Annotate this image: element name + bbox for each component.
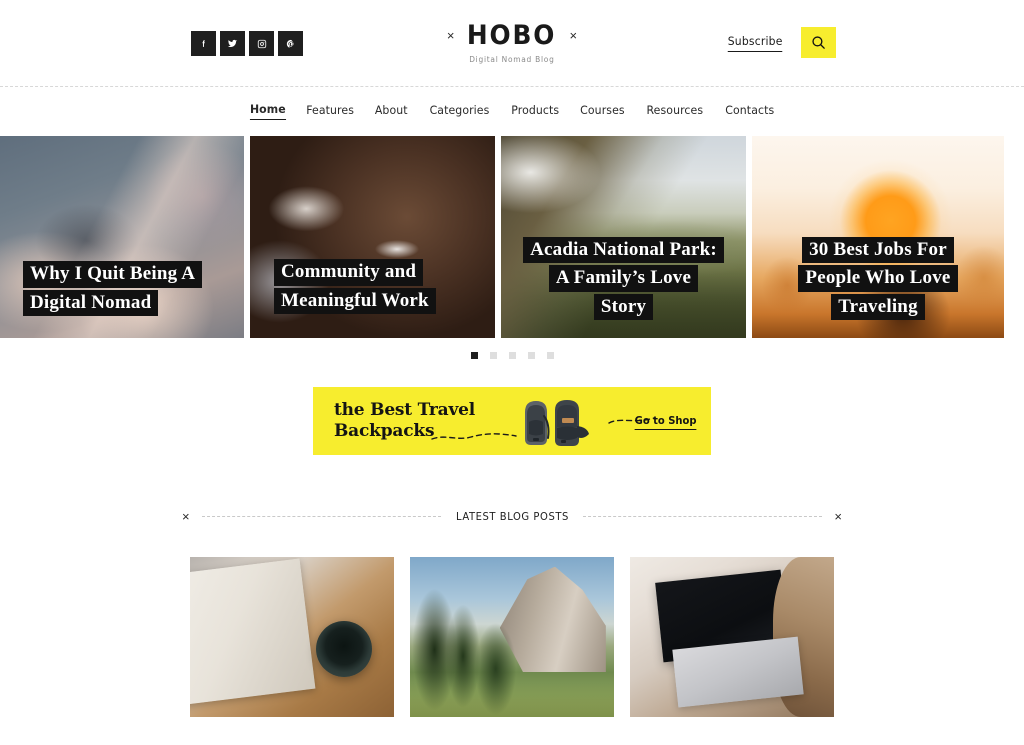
nav-item-about[interactable]: About bbox=[375, 103, 408, 120]
header-actions: Subscribe bbox=[726, 27, 836, 58]
post-thumbnail[interactable] bbox=[630, 557, 834, 717]
main-navigation: Home Features About Categories Products … bbox=[0, 86, 1024, 136]
nav-item-contacts[interactable]: Contacts bbox=[725, 103, 774, 120]
nav-item-resources[interactable]: Resources bbox=[647, 103, 704, 120]
go-to-shop-link[interactable]: Go to Shop bbox=[634, 415, 697, 430]
backpacks-image bbox=[525, 400, 589, 446]
slider-dot-1[interactable] bbox=[470, 351, 478, 359]
search-icon bbox=[812, 36, 825, 49]
nav-item-home[interactable]: Home bbox=[249, 102, 286, 120]
heading-ornament-left-icon: × bbox=[182, 509, 190, 524]
hero-slide-caption: Community and Meaningful Work bbox=[250, 259, 495, 314]
logo-ornament-left-icon: × bbox=[446, 28, 455, 43]
promo-title-line-1: the Best Travel bbox=[334, 400, 476, 420]
nav-item-courses[interactable]: Courses bbox=[581, 103, 626, 120]
slider-dot-5[interactable] bbox=[546, 351, 554, 359]
hero-slide[interactable]: Acadia National Park: A Family’s Love St… bbox=[501, 136, 746, 338]
post-card[interactable] bbox=[630, 557, 834, 717]
post-thumbnail[interactable] bbox=[190, 557, 394, 717]
nav-item-features[interactable]: Features bbox=[306, 103, 354, 120]
slider-dot-4[interactable] bbox=[527, 351, 535, 359]
promo-banner-wrap: the Best Travel Backpacks Go to Shop bbox=[0, 372, 1024, 455]
hero-slide-caption: Acadia National Park: A Family’s Love St… bbox=[501, 237, 746, 320]
post-card[interactable] bbox=[410, 557, 614, 717]
logo-ornament-right-icon: × bbox=[569, 28, 578, 43]
section-title: LATEST BLOG POSTS bbox=[455, 510, 569, 523]
header-inner: × HOBO × Digital Nomad Blog Subscribe bbox=[0, 0, 1024, 86]
caption-line: Why I Quit Being A bbox=[23, 261, 203, 288]
header-divider bbox=[0, 86, 1024, 87]
hero-slide-caption: 30 Best Jobs For People Who Love Traveli… bbox=[752, 237, 1004, 320]
subscribe-link[interactable]: Subscribe bbox=[727, 34, 783, 52]
logo-text: HOBO bbox=[467, 20, 557, 51]
latest-posts-grid bbox=[0, 557, 1024, 717]
caption-line: 30 Best Jobs For bbox=[802, 237, 954, 264]
logo-row: × HOBO × bbox=[447, 22, 577, 49]
heading-rule-left bbox=[201, 516, 441, 517]
thumbnail-detail bbox=[772, 557, 834, 717]
hero-slide[interactable]: Community and Meaningful Work bbox=[250, 136, 495, 338]
slider-dot-3[interactable] bbox=[508, 351, 516, 359]
slider-pagination bbox=[0, 338, 1024, 372]
hero-slide-caption: Why I Quit Being A Digital Nomad bbox=[0, 261, 244, 316]
slider-dot-2[interactable] bbox=[489, 351, 497, 359]
search-button[interactable] bbox=[801, 27, 836, 58]
promo-banner[interactable]: the Best Travel Backpacks Go to Shop bbox=[313, 387, 711, 455]
hero-slide[interactable]: Why I Quit Being A Digital Nomad bbox=[0, 136, 244, 338]
caption-line: Acadia National Park: bbox=[523, 237, 724, 264]
nav-item-categories[interactable]: Categories bbox=[430, 103, 490, 120]
caption-line: Digital Nomad bbox=[23, 289, 159, 316]
site-header: × HOBO × Digital Nomad Blog Subscribe bbox=[0, 0, 1024, 87]
caption-line: Community and bbox=[274, 259, 424, 286]
logo-subtitle: Digital Nomad Blog bbox=[469, 55, 555, 64]
latest-posts-heading: × LATEST BLOG POSTS × bbox=[182, 510, 842, 523]
post-card[interactable] bbox=[190, 557, 394, 717]
nav-item-products[interactable]: Products bbox=[511, 103, 559, 120]
dashed-path-left-icon bbox=[431, 433, 517, 440]
hero-slider: Why I Quit Being A Digital Nomad Communi… bbox=[0, 136, 1024, 338]
heading-rule-right bbox=[583, 516, 823, 517]
hero-slide[interactable]: 30 Best Jobs For People Who Love Traveli… bbox=[752, 136, 1004, 338]
caption-line: Traveling bbox=[831, 293, 925, 320]
site-logo[interactable]: × HOBO × Digital Nomad Blog bbox=[0, 22, 1024, 64]
caption-line: Story bbox=[593, 293, 654, 320]
caption-line: Meaningful Work bbox=[274, 287, 436, 314]
post-thumbnail[interactable] bbox=[410, 557, 614, 717]
caption-line: People Who Love bbox=[798, 265, 958, 292]
heading-ornament-right-icon: × bbox=[834, 509, 843, 524]
caption-line: A Family’s Love bbox=[548, 265, 699, 292]
